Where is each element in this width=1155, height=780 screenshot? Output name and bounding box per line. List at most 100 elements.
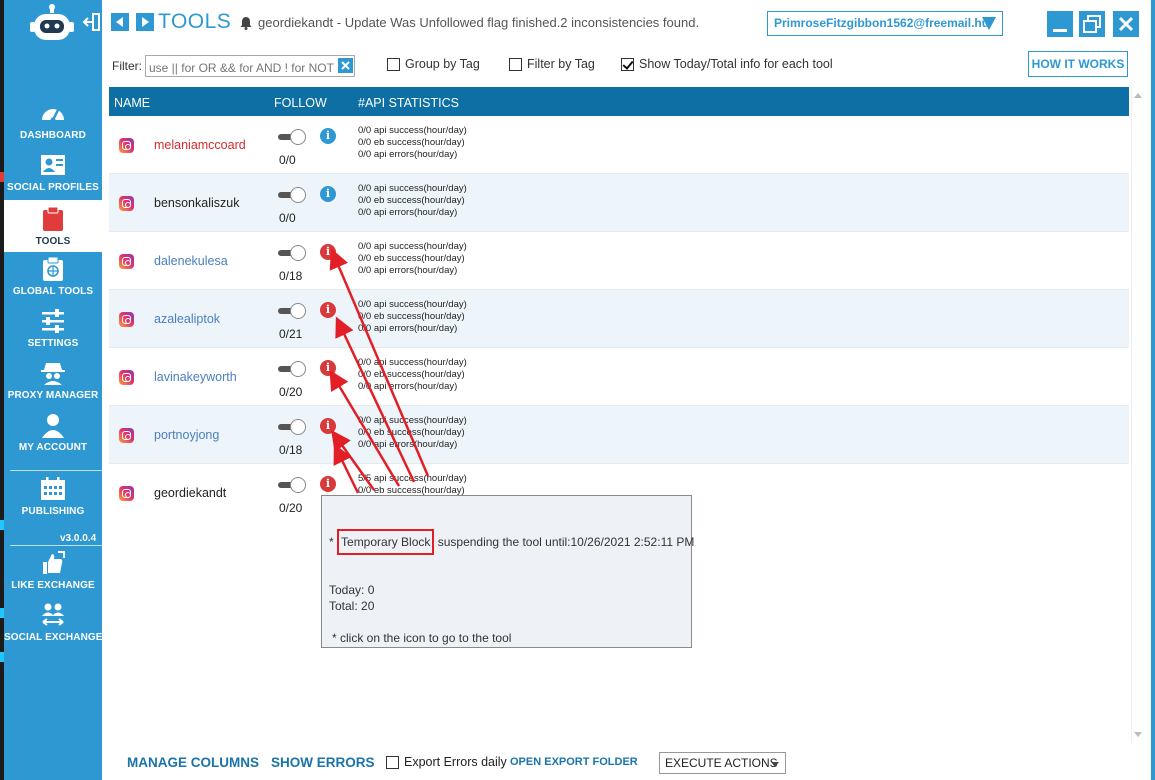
follow-toggle[interactable]: [278, 245, 306, 261]
chevron-down-icon: [982, 17, 996, 30]
tooltip-today: Today: 0: [329, 583, 375, 597]
bottom-bar: MANAGE COLUMNS SHOW ERRORS Export Errors…: [102, 745, 1155, 780]
show-errors-button[interactable]: SHOW ERRORS: [271, 755, 375, 770]
follow-toggle[interactable]: [278, 187, 306, 203]
stat-line: 0/0 api errors(hour/day): [358, 207, 458, 218]
manage-columns-button[interactable]: MANAGE COLUMNS: [127, 755, 259, 770]
group-by-tag-checkbox[interactable]: Group by Tag: [387, 57, 480, 71]
user-icon: [42, 414, 64, 438]
filter-input[interactable]: [145, 55, 355, 77]
instagram-icon: [119, 196, 134, 211]
column-header-name[interactable]: NAME: [114, 96, 150, 110]
close-button[interactable]: [1113, 11, 1139, 37]
nav-settings[interactable]: SETTINGS: [4, 308, 102, 356]
api-stats: 0/0 api success(hour/day) 0/0 eb success…: [358, 299, 467, 335]
checkbox-box[interactable]: [387, 57, 400, 71]
nav-social-profiles[interactable]: SOCIAL PROFILES: [4, 152, 102, 200]
maximize-button[interactable]: [1079, 11, 1105, 37]
filter-clear-button[interactable]: [338, 58, 353, 73]
account-name[interactable]: portnoyjong: [154, 428, 219, 442]
how-it-works-button[interactable]: HOW IT WORKS: [1028, 51, 1128, 77]
nav-my-account[interactable]: MY ACCOUNT: [4, 412, 102, 460]
stat-line: 0/0 api errors(hour/day): [358, 381, 458, 392]
stat-line: 0/0 api errors(hour/day): [358, 323, 458, 334]
instagram-icon: [119, 254, 134, 269]
table-row[interactable]: portnoyjong 0/18 i 0/0 api success(hour/…: [109, 406, 1129, 464]
info-icon[interactable]: i: [320, 128, 336, 144]
follow-toggle[interactable]: [278, 303, 306, 319]
nav-like-exchange-label: LIKE EXCHANGE: [11, 580, 95, 591]
robot-logo-icon[interactable]: [30, 4, 74, 42]
info-icon[interactable]: i: [320, 360, 336, 376]
tooltip-hint: * click on the icon to go to the tool: [332, 631, 512, 645]
nav-dashboard[interactable]: DASHBOARD: [4, 100, 102, 148]
api-stats: 0/0 api success(hour/day) 0/0 eb success…: [358, 241, 467, 277]
instagram-icon: [119, 138, 134, 153]
account-name[interactable]: bensonkaliszuk: [154, 196, 239, 210]
exit-icon[interactable]: [82, 12, 102, 32]
nav-global-tools[interactable]: GLOBAL TOOLS: [4, 256, 102, 304]
nav-like-exchange[interactable]: LIKE EXCHANGE: [4, 550, 102, 596]
account-name[interactable]: dalenekulesa: [154, 254, 228, 268]
account-name[interactable]: azalealiptok: [154, 312, 220, 326]
column-header-api-statistics[interactable]: #API STATISTICS: [358, 96, 459, 110]
tooltip-message: suspending the tool until:10/26/2021 2:5…: [434, 535, 695, 549]
stat-line: 0/0 api errors(hour/day): [358, 265, 458, 276]
follow-toggle[interactable]: [278, 361, 306, 377]
follow-toggle[interactable]: [278, 419, 306, 435]
close-icon: [341, 61, 350, 70]
info-icon[interactable]: i: [320, 302, 336, 318]
table-row[interactable]: lavinakeyworth 0/20 i 0/0 api success(ho…: [109, 348, 1129, 406]
info-icon[interactable]: i: [320, 244, 336, 260]
checkbox-box-checked[interactable]: [621, 57, 634, 71]
export-errors-daily-label: Export Errors daily: [404, 755, 507, 769]
nav-social-profiles-label: SOCIAL PROFILES: [7, 182, 99, 193]
forward-button[interactable]: [136, 13, 154, 31]
execute-actions-dropdown[interactable]: EXECUTE ACTIONS: [659, 752, 786, 774]
instagram-icon: [119, 428, 134, 443]
minimize-button[interactable]: [1047, 11, 1073, 37]
nav-publishing[interactable]: PUBLISHING: [4, 476, 102, 524]
table-row[interactable]: bensonkaliszuk 0/0 i 0/0 api success(hou…: [109, 174, 1129, 232]
account-name[interactable]: lavinakeyworth: [154, 370, 237, 384]
nav-tools[interactable]: TOOLS: [4, 200, 102, 252]
nav-proxy-manager[interactable]: PROXY MANAGER: [4, 360, 102, 408]
table-row[interactable]: dalenekulesa 0/18 i 0/0 api success(hour…: [109, 232, 1129, 290]
notification-text: geordiekandt - Update Was Unfollowed fla…: [258, 15, 700, 30]
table-scrollbar[interactable]: [1131, 87, 1144, 743]
checkbox-box[interactable]: [386, 755, 399, 769]
info-icon[interactable]: i: [320, 418, 336, 434]
nav-publishing-label: PUBLISHING: [21, 506, 85, 517]
tooltip-total: Total: 20: [329, 599, 375, 613]
stat-line: 0/0 eb success(hour/day): [358, 253, 465, 264]
info-icon[interactable]: i: [320, 476, 336, 492]
table-row[interactable]: azalealiptok 0/21 i 0/0 api success(hour…: [109, 290, 1129, 348]
stat-line: 0/0 api success(hour/day): [358, 299, 467, 310]
show-today-total-checkbox[interactable]: Show Today/Total info for each tool: [621, 57, 833, 71]
follow-toggle[interactable]: [278, 129, 306, 145]
instagram-icon: [119, 312, 134, 327]
open-export-folder-button[interactable]: OPEN EXPORT FOLDER: [510, 756, 638, 768]
scroll-up-icon[interactable]: [1134, 93, 1142, 98]
info-tooltip: * Temporary Block suspending the tool un…: [321, 495, 695, 648]
account-name[interactable]: geordiekandt: [154, 486, 226, 500]
table-row[interactable]: melaniamccoard 0/0 i 0/0 api success(hou…: [109, 116, 1129, 174]
export-errors-daily-checkbox[interactable]: Export Errors daily: [386, 755, 507, 769]
filter-by-tag-checkbox[interactable]: Filter by Tag: [509, 57, 595, 71]
group-by-tag-label: Group by Tag: [405, 57, 480, 71]
follow-counter: 0/18: [279, 443, 303, 457]
checkbox-box[interactable]: [509, 57, 522, 71]
column-header-follow[interactable]: FOLLOW: [274, 96, 327, 110]
back-button[interactable]: [111, 13, 129, 31]
arrow-right-icon: [142, 17, 149, 27]
scroll-down-icon[interactable]: [1134, 732, 1142, 737]
account-name[interactable]: melaniamccoard: [154, 138, 246, 152]
info-icon[interactable]: i: [320, 186, 336, 202]
account-dropdown[interactable]: PrimroseFitzgibbon1562@freemail.hu: [767, 11, 1003, 36]
nav-proxy-manager-label: PROXY MANAGER: [7, 390, 99, 401]
stat-line: 0/0 eb success(hour/day): [358, 369, 465, 380]
page-title: TOOLS: [158, 10, 232, 33]
stat-line: 0/0 api success(hour/day): [358, 125, 467, 136]
nav-social-exchange[interactable]: SOCIAL EXCHANGE: [4, 602, 102, 648]
follow-toggle[interactable]: [278, 477, 306, 493]
